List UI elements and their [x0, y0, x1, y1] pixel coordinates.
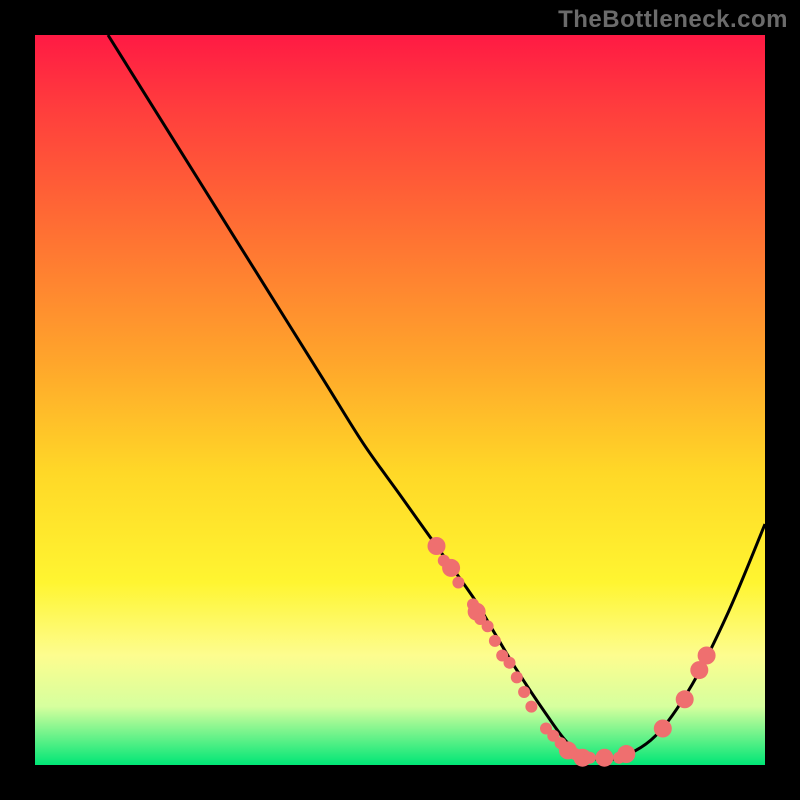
chart-plot-area: [35, 35, 765, 765]
marker-dot: [511, 671, 523, 683]
marker-dot: [482, 620, 494, 632]
marker-dot: [452, 577, 464, 589]
marker-dot: [525, 701, 537, 713]
marker-dot: [442, 559, 460, 577]
watermark-text: TheBottleneck.com: [558, 6, 788, 34]
chart-svg: [35, 35, 765, 765]
marker-dot: [489, 635, 501, 647]
bottleneck-curve: [108, 35, 765, 760]
marker-dot: [428, 537, 446, 555]
marker-dot: [518, 686, 530, 698]
marker-group: [428, 537, 716, 767]
marker-dot: [698, 647, 716, 665]
marker-dot: [504, 657, 516, 669]
marker-dot: [584, 752, 596, 764]
marker-dot: [595, 749, 613, 767]
marker-dot: [676, 690, 694, 708]
marker-dot: [617, 745, 635, 763]
marker-dot: [654, 720, 672, 738]
